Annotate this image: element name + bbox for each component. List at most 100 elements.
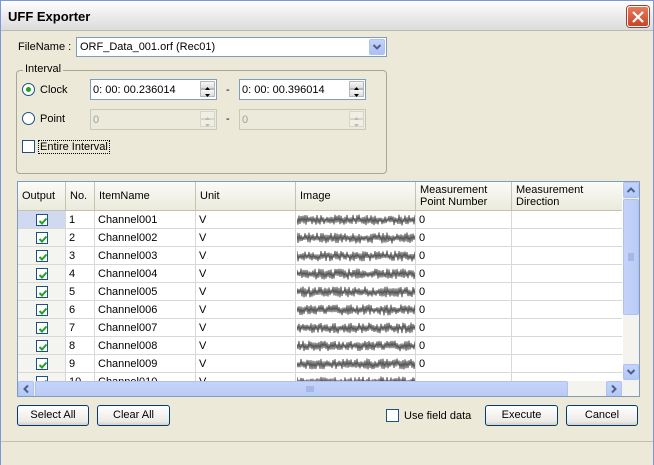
- filename-dropdown-button[interactable]: [369, 39, 385, 55]
- measurement-point-number-cell: 0: [416, 355, 512, 373]
- table-row[interactable]: 7 Channel007 V 0: [18, 319, 622, 337]
- vertical-scroll-thumb[interactable]: [623, 199, 639, 315]
- output-checkbox[interactable]: [35, 267, 48, 280]
- clock-radio[interactable]: [22, 83, 35, 96]
- itemname-cell: Channel001: [95, 211, 196, 229]
- output-checkbox[interactable]: [35, 249, 48, 262]
- output-checkbox[interactable]: [35, 357, 48, 370]
- output-cell: [18, 355, 66, 373]
- close-button[interactable]: [627, 6, 649, 27]
- horizontal-scroll-thumb[interactable]: [35, 381, 568, 396]
- grip-icon: [628, 253, 634, 261]
- waveform-thumbnail: [297, 250, 415, 262]
- table-row[interactable]: 2 Channel002 V 0: [18, 229, 622, 247]
- clear-all-button[interactable]: Clear All: [97, 405, 170, 426]
- scroll-right-button[interactable]: [606, 381, 622, 396]
- title-bar[interactable]: UFF Exporter: [1, 1, 653, 31]
- output-checkbox[interactable]: [35, 303, 48, 316]
- itemname-cell: Channel003: [95, 247, 196, 265]
- clock-start-spinbox[interactable]: 0: 00: 00.236014: [90, 79, 217, 100]
- waveform-thumbnail: [297, 340, 415, 352]
- output-cell: [18, 229, 66, 247]
- scroll-down-button[interactable]: [623, 364, 639, 380]
- no-cell: 8: [66, 337, 95, 355]
- point-start-up-button[interactable]: [200, 111, 215, 120]
- itemname-cell: Channel002: [95, 229, 196, 247]
- output-checkbox[interactable]: [35, 321, 48, 334]
- close-icon: [632, 11, 644, 23]
- table-row[interactable]: 1 Channel001 V 0: [18, 211, 622, 229]
- measurement-point-number-cell: 0: [416, 301, 512, 319]
- point-end-down-button[interactable]: [349, 119, 364, 127]
- column-header-measurement-point-number[interactable]: Measurement Point Number: [416, 182, 512, 211]
- unit-cell: V: [196, 211, 296, 229]
- table-row[interactable]: 4 Channel004 V 0: [18, 265, 622, 283]
- use-field-data-checkbox[interactable]: [386, 409, 399, 422]
- image-cell: [296, 229, 416, 247]
- select-all-button[interactable]: Select All: [17, 405, 89, 426]
- clock-end-down-button[interactable]: [349, 89, 364, 97]
- filename-label: FileName :: [18, 41, 72, 53]
- scroll-left-button[interactable]: [18, 381, 34, 396]
- measurement-point-number-cell: 0: [416, 319, 512, 337]
- output-checkbox[interactable]: [35, 213, 48, 226]
- output-checkbox[interactable]: [35, 231, 48, 244]
- itemname-cell: Channel007: [95, 319, 196, 337]
- column-header-output[interactable]: Output: [18, 182, 66, 211]
- point-start-down-button[interactable]: [200, 119, 215, 127]
- output-cell: [18, 283, 66, 301]
- table-row[interactable]: 6 Channel006 V 0: [18, 301, 622, 319]
- check-icon: [38, 253, 47, 261]
- table-row[interactable]: 9 Channel009 V 0: [18, 355, 622, 373]
- uff-exporter-window: UFF Exporter FileName : ORF_Data_001.orf…: [0, 0, 654, 465]
- output-checkbox[interactable]: [35, 285, 48, 298]
- check-icon: [38, 307, 47, 315]
- cancel-button[interactable]: Cancel: [566, 405, 638, 426]
- scroll-up-button[interactable]: [623, 182, 639, 198]
- column-header-image[interactable]: Image: [296, 182, 416, 211]
- column-header-itemname[interactable]: ItemName: [95, 182, 196, 211]
- output-cell: [18, 337, 66, 355]
- no-cell: 4: [66, 265, 95, 283]
- entire-interval-label[interactable]: Entire Interval: [38, 140, 110, 154]
- point-start-spinbox[interactable]: 0: [90, 109, 217, 130]
- point-end-spinbox[interactable]: 0: [239, 109, 366, 130]
- table-row[interactable]: 8 Channel008 V 0: [18, 337, 622, 355]
- vertical-scrollbar[interactable]: [623, 182, 639, 381]
- no-cell: 2: [66, 229, 95, 247]
- table-row[interactable]: 3 Channel003 V 0: [18, 247, 622, 265]
- point-end-up-button[interactable]: [349, 111, 364, 120]
- horizontal-scrollbar[interactable]: [18, 381, 639, 396]
- column-header-unit[interactable]: Unit: [196, 182, 296, 211]
- point-end-value: 0: [242, 114, 249, 126]
- clock-start-up-button[interactable]: [200, 81, 215, 90]
- clock-start-down-button[interactable]: [200, 89, 215, 97]
- clock-end-up-button[interactable]: [349, 81, 364, 90]
- column-header-measurement-direction[interactable]: Measurement Direction: [512, 182, 622, 211]
- waveform-thumbnail: [297, 232, 415, 244]
- itemname-cell: Channel008: [95, 337, 196, 355]
- filename-select[interactable]: ORF_Data_001.orf (Rec01): [76, 37, 387, 57]
- entire-interval-checkbox[interactable]: [22, 140, 35, 153]
- output-cell: [18, 265, 66, 283]
- chevron-up-icon: [626, 187, 636, 193]
- chevron-down-icon: [626, 369, 636, 375]
- measurement-point-number-cell: 0: [416, 247, 512, 265]
- execute-button[interactable]: Execute: [485, 405, 558, 426]
- chevron-left-icon: [23, 384, 29, 394]
- measurement-point-number-cell: 0: [416, 337, 512, 355]
- grid-rows: 1 Channel001 V 0 2 Channel002 V 0 3 Channel003 V 0 4…: [18, 211, 622, 391]
- channel-grid[interactable]: Output No. ItemName Unit Image Measureme…: [17, 181, 640, 397]
- point-radio[interactable]: [22, 112, 35, 125]
- measurement-direction-cell: [512, 247, 622, 265]
- output-cell: [18, 211, 66, 229]
- clock-end-spinbox[interactable]: 0: 00: 00.396014: [239, 79, 366, 100]
- table-row[interactable]: 5 Channel005 V 0: [18, 283, 622, 301]
- output-checkbox[interactable]: [35, 339, 48, 352]
- no-cell: 1: [66, 211, 95, 229]
- image-cell: [296, 301, 416, 319]
- measurement-direction-cell: [512, 265, 622, 283]
- column-header-no[interactable]: No.: [66, 182, 95, 211]
- no-cell: 6: [66, 301, 95, 319]
- output-cell: [18, 301, 66, 319]
